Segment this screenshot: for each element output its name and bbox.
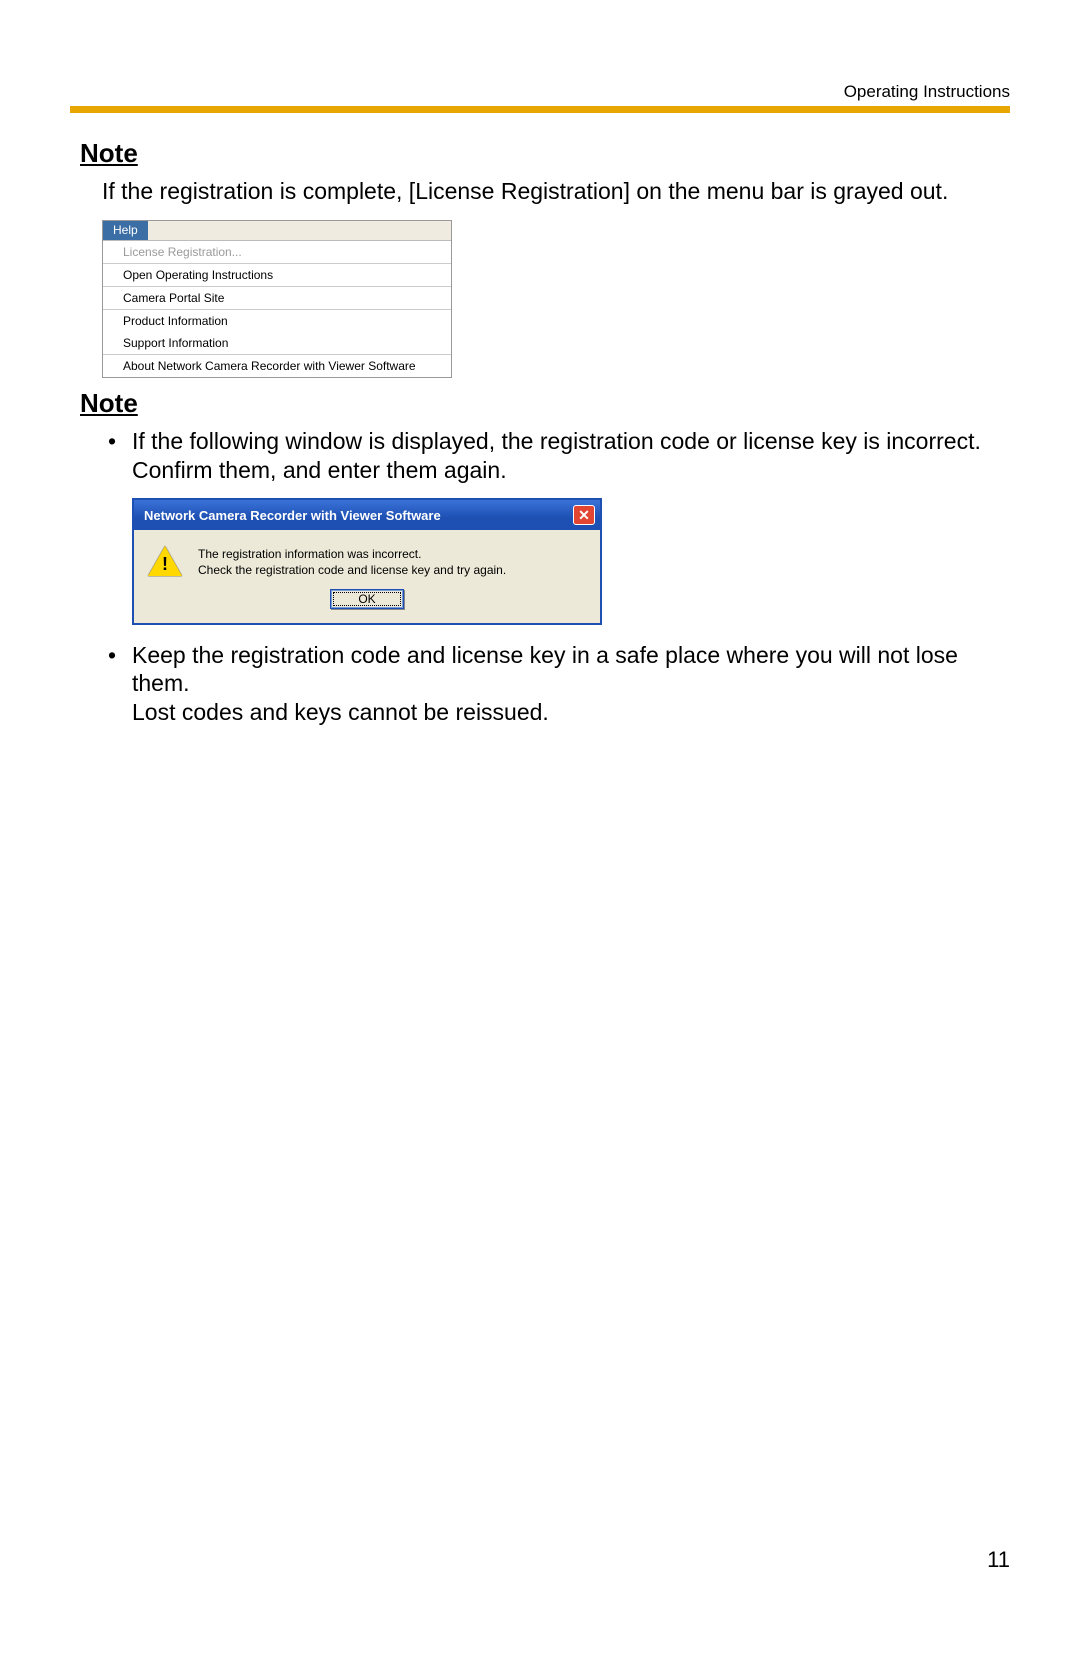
menu-item-camera-portal[interactable]: Camera Portal Site: [103, 287, 451, 310]
note2-bullet-2-line2: Lost codes and keys cannot be reissued.: [132, 699, 549, 725]
dialog-line2: Check the registration code and license …: [198, 562, 506, 578]
menu-bar-help[interactable]: Help: [103, 221, 148, 240]
dialog-title: Network Camera Recorder with Viewer Soft…: [144, 508, 441, 523]
dialog-titlebar: Network Camera Recorder with Viewer Soft…: [134, 500, 600, 530]
note2-bullet-1: If the following window is displayed, th…: [102, 427, 1000, 485]
error-dialog: Network Camera Recorder with Viewer Soft…: [132, 498, 602, 624]
menu-item-product-info[interactable]: Product Information: [103, 310, 451, 332]
menu-item-support-info[interactable]: Support Information: [103, 332, 451, 355]
menu-item-license-registration: License Registration...: [103, 241, 451, 264]
note2-bullet-2-line1: Keep the registration code and license k…: [132, 642, 958, 697]
warning-icon: !: [148, 546, 182, 576]
help-menu-dropdown: License Registration... Open Operating I…: [103, 241, 451, 377]
header-divider: [70, 106, 1010, 113]
warning-bang: !: [162, 554, 168, 575]
close-icon[interactable]: ✕: [573, 505, 595, 525]
dialog-message: The registration information was incorre…: [198, 546, 506, 578]
menu-bar: Help: [103, 221, 451, 241]
ok-button[interactable]: OK: [330, 589, 404, 609]
menu-item-open-instructions[interactable]: Open Operating Instructions: [103, 264, 451, 287]
note2-bullet-2: Keep the registration code and license k…: [102, 641, 1000, 727]
help-menu-screenshot: Help License Registration... Open Operat…: [102, 220, 452, 378]
dialog-line1: The registration information was incorre…: [198, 546, 506, 562]
header-section-title: Operating Instructions: [844, 82, 1010, 102]
note-heading-2: Note: [80, 388, 1000, 419]
page-number: 11: [987, 1547, 1010, 1573]
menu-item-about[interactable]: About Network Camera Recorder with Viewe…: [103, 355, 451, 377]
note1-text: If the registration is complete, [Licens…: [102, 177, 1000, 206]
note-heading-1: Note: [80, 138, 1000, 169]
